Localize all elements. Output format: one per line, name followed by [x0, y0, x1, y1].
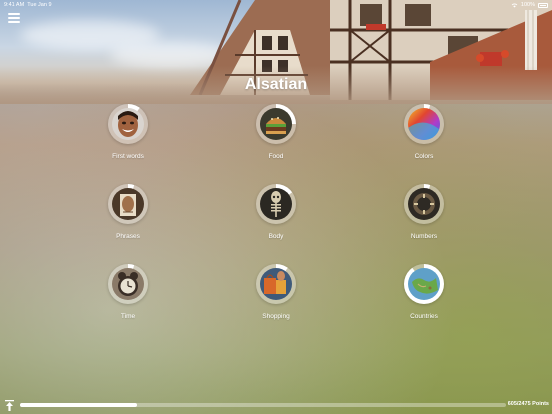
topic-shopping[interactable]: Shopping [226, 264, 326, 320]
topic-label: Food [268, 153, 284, 160]
phrases-image [112, 188, 144, 220]
progress-ring [404, 104, 444, 144]
progress-ring [108, 264, 148, 304]
progress-ring [256, 104, 296, 144]
wifi-icon [511, 3, 518, 7]
progress-ring [404, 264, 444, 304]
status-bar: 9:41 AM Tue Jan 9 100% [0, 0, 552, 10]
hamburger-menu-icon[interactable] [8, 13, 20, 23]
points-label: 605/2475 Points [507, 401, 549, 407]
status-time: 9:41 AM Tue Jan 9 [4, 2, 52, 8]
topic-label: Countries [410, 313, 438, 320]
progress-ring [108, 104, 148, 144]
first-words-image [112, 108, 144, 140]
progress-ring [108, 184, 148, 224]
bottom-bar: 605/2475 Points [0, 398, 552, 414]
upload-icon[interactable] [5, 400, 14, 411]
time-image [112, 268, 144, 300]
numbers-image [408, 188, 440, 220]
topic-label: Shopping [262, 313, 290, 320]
topic-first-words[interactable]: First words [78, 104, 178, 160]
progress-ring [404, 184, 444, 224]
topic-colors[interactable]: Colors [374, 104, 474, 160]
colors-image [408, 108, 440, 140]
topic-grid: First words Food Colors Phrases Body Num… [54, 104, 498, 324]
food-image [260, 108, 292, 140]
topic-label: Body [268, 233, 284, 240]
progress-ring [256, 264, 296, 304]
progress-ring [256, 184, 296, 224]
page-title: Alsatian [244, 76, 308, 93]
shopping-image [260, 268, 292, 300]
topic-label: Colors [414, 153, 434, 160]
body-image [260, 188, 292, 220]
topic-phrases[interactable]: Phrases [78, 184, 178, 240]
topic-label: Time [120, 313, 136, 320]
battery-percent: 100% [520, 2, 535, 8]
topic-time[interactable]: Time [78, 264, 178, 320]
topic-label: Numbers [410, 233, 438, 240]
topic-food[interactable]: Food [226, 104, 326, 160]
battery-icon [538, 2, 548, 8]
countries-image [408, 268, 440, 300]
topic-body[interactable]: Body [226, 184, 326, 240]
points-progress-fill [20, 403, 137, 407]
points-progress-bar [20, 403, 506, 407]
topic-label: First words [112, 153, 144, 160]
topic-numbers[interactable]: Numbers [374, 184, 474, 240]
topic-countries[interactable]: Countries [374, 264, 474, 320]
topic-label: Phrases [116, 233, 140, 240]
